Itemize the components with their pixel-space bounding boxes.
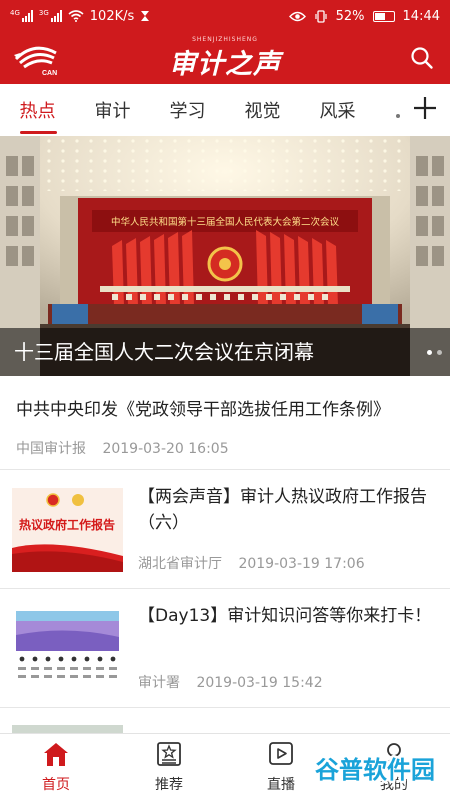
news-time: 2019-03-19 15:42: [196, 675, 323, 691]
search-icon: [411, 47, 433, 69]
status-bar: 4G 3G 102K/s 52% 14:44: [0, 0, 450, 32]
news-title: 中共中央印发《党政领导干部选拔任用工作条例》: [16, 400, 390, 420]
network-type-label-2: 3G: [38, 9, 49, 17]
app-title: 审计之声: [169, 48, 281, 80]
thumbnail-text: 热议政府工作报告: [19, 517, 115, 532]
signal-icon: 4G: [10, 10, 33, 22]
clock: 14:44: [402, 8, 440, 24]
hourglass-icon: [141, 11, 150, 21]
tab-audit[interactable]: 审计: [75, 84, 150, 136]
category-tabs: 热点 审计 学习 视觉 风采: [0, 84, 450, 136]
hero-banner-text: 中华人民共和国第十三届全国人民代表大会第二次会议: [111, 216, 340, 228]
can-logo: CAN: [12, 41, 70, 77]
watermark-text: 谷普软件园: [315, 756, 435, 784]
nav-recommend-label: 推荐: [155, 777, 183, 793]
tab-hot[interactable]: 热点: [0, 84, 75, 136]
logo-text: CAN: [42, 70, 57, 77]
news-item[interactable]: 热议政府工作报告 【两会声音】审计人热议政府工作报告（六） 湖北省审计厅 201…: [0, 470, 450, 589]
news-thumbnail: 热议政府工作报告: [12, 488, 123, 572]
battery-percent: 52%: [335, 8, 365, 24]
news-meta: 中国审计报 2019-03-20 16:05: [16, 438, 434, 458]
news-item[interactable]: 中共中央印发《党政领导干部选拔任用工作条例》 中国审计报 2019-03-20 …: [0, 376, 450, 470]
carousel-indicator: [427, 350, 442, 355]
plus-icon: [414, 97, 436, 119]
news-thumbnail: [12, 725, 123, 733]
hero-carousel[interactable]: 中华人民共和国第十三届全国人民代表大会第二次会议 十三届全国人大二次会议在京闭幕: [0, 136, 450, 376]
battery-icon: [372, 10, 395, 22]
add-tab-button[interactable]: [412, 95, 438, 121]
news-thumbnail: [12, 607, 123, 691]
news-source: 审计署: [138, 675, 180, 691]
news-title: 【两会声音】审计人热议政府工作报告（六）: [138, 487, 427, 533]
news-meta: 审计署 2019-03-19 15:42: [138, 672, 323, 692]
news-source: 湖北省审计厅: [138, 556, 222, 572]
news-meta: 湖北省审计厅 2019-03-19 17:06: [138, 553, 365, 573]
news-time: 2019-03-20 16:05: [102, 441, 229, 457]
signal-icon-2: 3G: [39, 10, 62, 22]
news-item-partial[interactable]: [0, 709, 450, 733]
tab-style[interactable]: 风采: [300, 84, 375, 136]
vibrate-icon: [315, 9, 327, 23]
tab-study[interactable]: 学习: [150, 84, 225, 136]
news-source: 中国审计报: [16, 441, 86, 457]
news-item[interactable]: 【Day13】审计知识问答等你来打卡！ 审计署 2019-03-19 15:42: [0, 589, 450, 708]
watermark: 谷普软件园 谷普软件园: [306, 750, 444, 788]
eye-icon: [288, 11, 306, 21]
news-time: 2019-03-19 17:06: [238, 556, 365, 572]
recommend-icon: [157, 742, 181, 766]
hero-caption: 十三届全国人大二次会议在京闭幕: [0, 328, 450, 376]
app-header: CAN SHENJIZHISHENG 审计之声: [0, 32, 450, 84]
live-icon: [269, 742, 293, 765]
carousel-dot: [427, 350, 432, 355]
nav-home-label: 首页: [42, 777, 70, 793]
nav-home[interactable]: 首页: [14, 734, 98, 800]
tab-visual[interactable]: 视觉: [225, 84, 300, 136]
wifi-icon: [68, 10, 84, 22]
network-speed: 102K/s: [89, 8, 135, 24]
network-type-label: 4G: [10, 9, 20, 17]
nav-recommend[interactable]: 推荐: [127, 734, 211, 800]
carousel-dot: [437, 350, 442, 355]
home-icon: [44, 743, 68, 766]
tab-overflow-indicator: [396, 114, 400, 118]
news-title: 【Day13】审计知识问答等你来打卡！: [138, 606, 432, 626]
search-button[interactable]: [408, 44, 436, 72]
